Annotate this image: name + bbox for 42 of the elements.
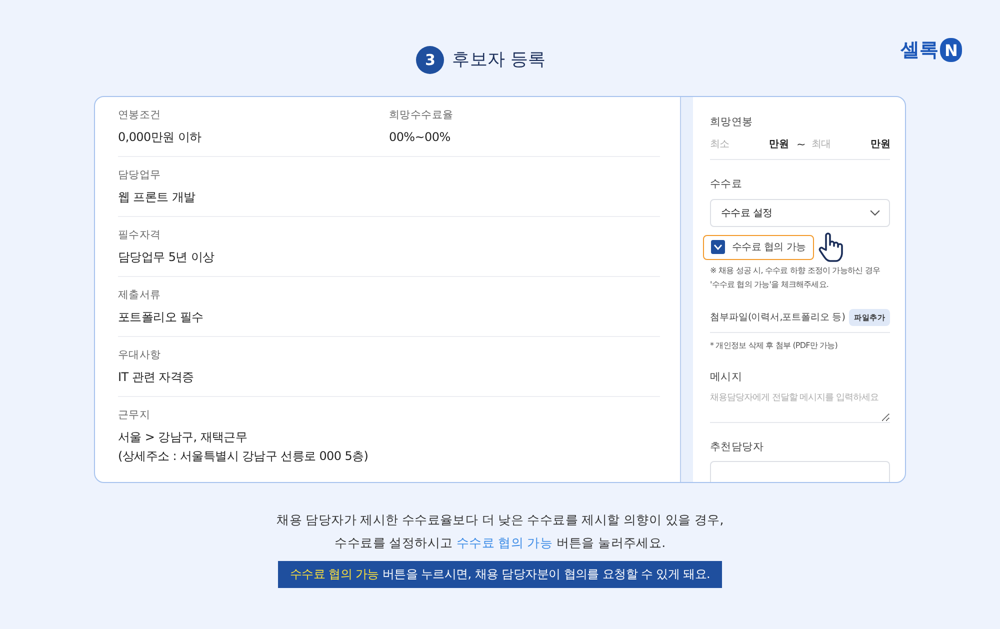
salary-min-field[interactable]: 최소 — [710, 138, 750, 150]
field-label: 첨부파일(이력서,포트폴리오 등) — [710, 311, 845, 325]
scrollbar-track[interactable] — [680, 97, 693, 482]
detail-label: 우대사항 — [118, 348, 161, 363]
negotiable-option[interactable]: 수수료 협의 가능 — [703, 234, 814, 260]
detail-label: 희망수수료율 — [389, 108, 454, 123]
field-label: 메시지 — [710, 370, 742, 385]
attachment-note: * 개인정보 삭제 후 첨부 (PDF만 가능) — [710, 340, 838, 352]
detail-label: 필수자격 — [118, 228, 161, 243]
fee-note: ※ 채용 성공 시, 수수료 하향 조정이 가능하신 경우 '수수료 협의 가능'을 체크해주세요. — [710, 265, 880, 291]
logo-text: 셀록 — [900, 38, 938, 62]
detail-value: 서울 > 강남구, 재택근무 — [118, 429, 248, 446]
fee-select[interactable]: 수수료 설정 — [710, 199, 890, 227]
unit-label: 만원 — [870, 138, 890, 151]
chevron-down-icon — [870, 210, 880, 216]
field-label: 추천담당자 — [710, 440, 764, 455]
detail-label: 근무지 — [118, 408, 150, 423]
detail-label: 제출서류 — [118, 288, 161, 303]
detail-value: 포트폴리오 필수 — [118, 309, 204, 326]
detail-value: 0,000만원 이하 — [118, 129, 202, 146]
detail-value: 담당업무 5년 이상 — [118, 249, 214, 266]
recommender-field[interactable] — [710, 461, 890, 482]
salary-max-field[interactable]: 최대 — [811, 138, 852, 150]
detail-value: (상세주소 : 서울특별시 강남구 선릉로 000 5층) — [118, 448, 368, 465]
hand-pointer-icon — [818, 231, 846, 263]
unit-label: 만원 — [769, 138, 789, 151]
detail-label: 담당업무 — [118, 168, 161, 183]
instruction-text: 채용 담당자가 제시한 수수료율보다 더 낮은 수수료를 제시할 의향이 있을 경우, — [276, 511, 724, 529]
detail-value: IT 관련 자격증 — [118, 369, 194, 386]
range-separator: ~ — [796, 138, 806, 150]
detail-value: 00%~00% — [389, 129, 450, 146]
checkbox[interactable] — [711, 240, 725, 254]
step-number: 3 — [416, 46, 444, 74]
detail-value: 웹 프론트 개발 — [118, 189, 196, 206]
logo-badge: N — [940, 38, 962, 62]
page-title: 후보자 등록 — [452, 49, 546, 72]
message-field[interactable]: 채용담당자에게 전달할 메시지를 입력하세요 — [710, 391, 890, 423]
instruction-banner: 수수료 협의 가능 버튼을 누르시면, 채용 담당자분이 협의를 요청할 수 있게 돼요. — [278, 561, 722, 588]
field-label: 수수료 — [710, 177, 742, 192]
instruction-text: 수수료를 설정하시고 수수료 협의 가능 버튼을 눌러주세요. — [334, 534, 666, 552]
detail-label: 연봉조건 — [118, 108, 161, 123]
field-label: 희망연봉 — [710, 115, 753, 130]
